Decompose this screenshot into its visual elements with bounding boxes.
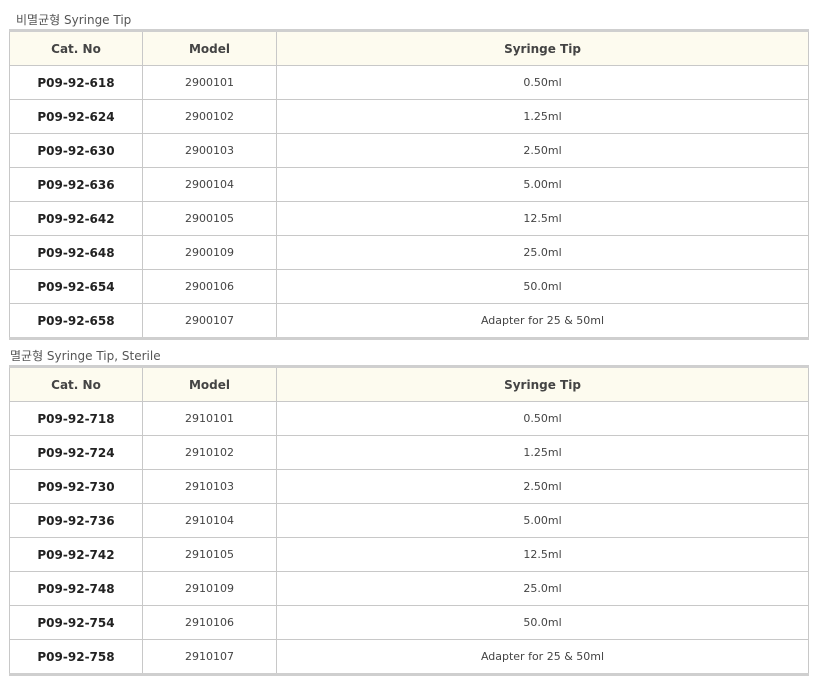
cat-no-cell: P09-92-648 [9, 235, 143, 270]
syringe-tip-cell: 5.00ml [276, 167, 809, 202]
header-syringe-tip: Syringe Tip [276, 366, 809, 402]
table-row: P09-92-654 2900106 50.0ml [9, 269, 809, 304]
syringe-tip-cell: 0.50ml [276, 65, 809, 100]
model-cell: 2900106 [142, 269, 277, 304]
cat-no-cell: P09-92-618 [9, 65, 143, 100]
model-cell: 2910109 [142, 571, 277, 606]
header-syringe-tip: Syringe Tip [276, 30, 809, 66]
cat-no-cell: P09-92-654 [9, 269, 143, 304]
model-cell: 2910105 [142, 537, 277, 572]
cat-no-cell: P09-92-730 [9, 469, 143, 504]
product-table-sterile: Cat. No Model Syringe Tip P09-92-718 291… [9, 365, 809, 676]
cat-no-cell: P09-92-754 [9, 605, 143, 640]
cat-no-cell: P09-92-624 [9, 99, 143, 134]
header-cat-no: Cat. No [9, 366, 143, 402]
model-cell: 2900107 [142, 303, 277, 339]
model-cell: 2910104 [142, 503, 277, 538]
table-row: P09-92-636 2900104 5.00ml [9, 167, 809, 202]
syringe-tip-cell: 5.00ml [276, 503, 809, 538]
model-cell: 2900102 [142, 99, 277, 134]
model-cell: 2900109 [142, 235, 277, 270]
cat-no-cell: P09-92-642 [9, 201, 143, 236]
model-cell: 2900104 [142, 167, 277, 202]
syringe-tip-cell: 1.25ml [276, 435, 809, 470]
table-header-row: Cat. No Model Syringe Tip [9, 30, 809, 66]
section-title-sterile: 멸균형 Syringe Tip, Sterile [10, 349, 161, 363]
cat-no-cell: P09-92-718 [9, 401, 143, 436]
product-table-non-sterile: Cat. No Model Syringe Tip P09-92-618 290… [9, 29, 809, 340]
cat-no-cell: P09-92-742 [9, 537, 143, 572]
model-cell: 2910101 [142, 401, 277, 436]
syringe-tip-cell: 12.5ml [276, 201, 809, 236]
table-row: P09-92-730 2910103 2.50ml [9, 469, 809, 504]
cat-no-cell: P09-92-658 [9, 303, 143, 339]
model-cell: 2910103 [142, 469, 277, 504]
header-cat-no: Cat. No [9, 30, 143, 66]
model-cell: 2910107 [142, 639, 277, 675]
syringe-tip-cell: Adapter for 25 & 50ml [276, 639, 809, 675]
table-header-row: Cat. No Model Syringe Tip [9, 366, 809, 402]
syringe-tip-cell: 1.25ml [276, 99, 809, 134]
header-model: Model [142, 30, 277, 66]
cat-no-cell: P09-92-736 [9, 503, 143, 538]
syringe-tip-cell: 2.50ml [276, 133, 809, 168]
table-row: P09-92-642 2900105 12.5ml [9, 201, 809, 236]
syringe-tip-cell: 0.50ml [276, 401, 809, 436]
cat-no-cell: P09-92-724 [9, 435, 143, 470]
model-cell: 2900105 [142, 201, 277, 236]
table-row: P09-92-624 2900102 1.25ml [9, 99, 809, 134]
cat-no-cell: P09-92-758 [9, 639, 143, 675]
table-row: P09-92-748 2910109 25.0ml [9, 571, 809, 606]
syringe-tip-cell: 25.0ml [276, 235, 809, 270]
syringe-tip-cell: 50.0ml [276, 269, 809, 304]
cat-no-cell: P09-92-630 [9, 133, 143, 168]
syringe-tip-cell: 50.0ml [276, 605, 809, 640]
model-cell: 2900101 [142, 65, 277, 100]
table-row: P09-92-758 2910107 Adapter for 25 & 50ml [9, 639, 809, 675]
table-row: P09-92-718 2910101 0.50ml [9, 401, 809, 436]
table-row: P09-92-754 2910106 50.0ml [9, 605, 809, 640]
model-cell: 2910106 [142, 605, 277, 640]
syringe-tip-cell: 25.0ml [276, 571, 809, 606]
table-row: P09-92-648 2900109 25.0ml [9, 235, 809, 270]
table-row: P09-92-736 2910104 5.00ml [9, 503, 809, 538]
syringe-tip-cell: Adapter for 25 & 50ml [276, 303, 809, 339]
table-row: P09-92-742 2910105 12.5ml [9, 537, 809, 572]
table-row: P09-92-618 2900101 0.50ml [9, 65, 809, 100]
syringe-tip-cell: 12.5ml [276, 537, 809, 572]
cat-no-cell: P09-92-748 [9, 571, 143, 606]
model-cell: 2900103 [142, 133, 277, 168]
header-model: Model [142, 366, 277, 402]
model-cell: 2910102 [142, 435, 277, 470]
syringe-tip-cell: 2.50ml [276, 469, 809, 504]
table-row: P09-92-630 2900103 2.50ml [9, 133, 809, 168]
table-row: P09-92-724 2910102 1.25ml [9, 435, 809, 470]
section-title-non-sterile: 비멸균형 Syringe Tip [16, 13, 132, 27]
table-row: P09-92-658 2900107 Adapter for 25 & 50ml [9, 303, 809, 339]
cat-no-cell: P09-92-636 [9, 167, 143, 202]
